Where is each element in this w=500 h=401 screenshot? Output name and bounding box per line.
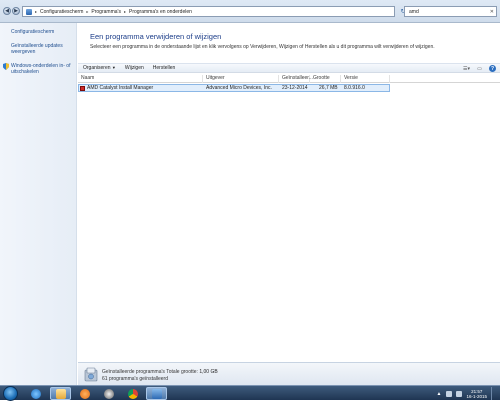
taskbar-chrome[interactable] <box>122 387 143 400</box>
breadcrumb-chevron-icon: ▸ <box>86 9 89 14</box>
clock-date: 16-1-2015 <box>466 393 487 399</box>
media-player-icon <box>79 388 90 399</box>
network-icon[interactable] <box>446 390 453 397</box>
change-button[interactable]: Wijzigen <box>125 65 144 71</box>
control-panel-icon <box>26 8 32 15</box>
address-bar[interactable]: ▸ Configuratiescherm ▸ Programma's ▸ Pro… <box>22 6 395 17</box>
back-button[interactable]: ◀ <box>3 7 11 15</box>
chevron-down-icon: ▼ <box>111 65 116 70</box>
taskbar-control-panel[interactable] <box>146 387 167 400</box>
column-installed[interactable]: Geïnstalleer... <box>279 75 313 83</box>
breadcrumb-programmas[interactable]: Programma's <box>91 9 121 15</box>
taskbar-explorer[interactable] <box>50 387 71 400</box>
repair-button[interactable]: Herstellen <box>153 65 176 71</box>
cell-name: AMD Catalyst Install Manager <box>87 85 154 91</box>
forward-button[interactable]: ▶ <box>12 7 20 15</box>
link-installed-updates[interactable]: Geïnstalleerde updates weergeven <box>11 43 72 55</box>
view-options-icon[interactable]: ☰▾ <box>463 65 470 72</box>
total-size-value: 1,00 GB <box>199 369 218 375</box>
forward-arrow-icon: ▶ <box>14 7 18 14</box>
column-publisher[interactable]: Uitgever <box>203 75 279 83</box>
start-button[interactable] <box>3 386 18 401</box>
installed-programs-label: Geïnstalleerde programma's <box>102 369 165 375</box>
command-bar: Organiseren ▼ Wijzigen Herstellen ☰▾ ▭ ? <box>78 63 500 73</box>
internet-explorer-icon <box>30 388 41 399</box>
search-input[interactable]: amd ✕ <box>404 6 497 17</box>
breadcrumb-chevron-icon: ▸ <box>35 9 38 14</box>
view-controls: ☰▾ ▭ ? <box>463 65 496 72</box>
taskbar-media-player[interactable] <box>74 387 95 400</box>
total-size-label: Totale grootte: <box>166 369 198 375</box>
link-windows-features[interactable]: Windows-onderdelen in- of uitschakelen <box>3 63 72 75</box>
taskbar-app-4[interactable] <box>98 387 119 400</box>
breadcrumb-programmas-en-onderdelen[interactable]: Programma's en onderdelen <box>129 9 192 15</box>
cell-publisher: Advanced Micro Devices, Inc. <box>206 85 272 91</box>
left-pane: Configuratiescherm Geïnstalleerde update… <box>0 23 77 385</box>
preview-pane-icon[interactable]: ▭ <box>476 65 483 72</box>
folder-icon <box>55 388 66 399</box>
main-content: Een programma verwijderen of wijzigen Se… <box>78 23 500 362</box>
cell-installed: 23-12-2014 <box>282 85 308 91</box>
link-windows-features-label: Windows-onderdelen in- of uitschakelen <box>11 63 71 75</box>
search-value: amd <box>409 8 419 15</box>
page-subtitle: Selecteer een programma in de onderstaan… <box>90 44 435 50</box>
taskbar-ie[interactable] <box>25 387 46 400</box>
installed-programs-summary: Geïnstalleerde programma's Totale groott… <box>102 369 218 375</box>
cell-size: 26,7 MB <box>319 85 338 91</box>
clear-search-icon[interactable]: ✕ <box>490 9 494 15</box>
table-row[interactable]: AMD Catalyst Install Manager Advanced Mi… <box>78 84 390 92</box>
installed-count: 61 programma's geïnstalleerd <box>102 376 168 382</box>
installed-programs-icon <box>84 367 98 382</box>
help-icon[interactable]: ? <box>489 65 496 72</box>
breadcrumb-configuratiescherm[interactable]: Configuratiescherm <box>40 9 83 15</box>
taskbar: ▲ 21:57 16-1-2015 <box>0 385 500 401</box>
system-tray: ▲ 21:57 16-1-2015 <box>436 387 496 400</box>
column-version[interactable]: Versie <box>341 75 390 83</box>
chrome-icon <box>127 388 138 399</box>
column-name[interactable]: Naam <box>78 75 203 83</box>
app-icon <box>103 388 114 399</box>
cell-version: 8.0.916.0 <box>344 85 365 91</box>
link-configuratiescherm[interactable]: Configuratiescherm <box>11 29 72 35</box>
column-size[interactable]: Grootte <box>310 75 341 83</box>
organize-button[interactable]: Organiseren ▼ <box>83 65 116 71</box>
details-pane: Geïnstalleerde programma's Totale groott… <box>78 362 500 385</box>
volume-icon[interactable] <box>456 390 463 397</box>
breadcrumb-chevron-icon: ▸ <box>123 9 126 14</box>
clock[interactable]: 21:57 16-1-2015 <box>466 389 487 399</box>
control-panel-icon <box>151 388 162 399</box>
tray-arrow-icon[interactable]: ▲ <box>436 391 442 397</box>
shield-icon <box>3 63 9 70</box>
address-bar-area: ◀ ▶ ▸ Configuratiescherm ▸ Programma's ▸… <box>0 0 500 23</box>
show-desktop-button[interactable] <box>491 387 496 400</box>
page-title: Een programma verwijderen of wijzigen <box>90 32 222 41</box>
table-header: Naam Uitgever Geïnstalleer... Grootte Ve… <box>78 74 500 83</box>
back-arrow-icon: ◀ <box>5 7 9 14</box>
